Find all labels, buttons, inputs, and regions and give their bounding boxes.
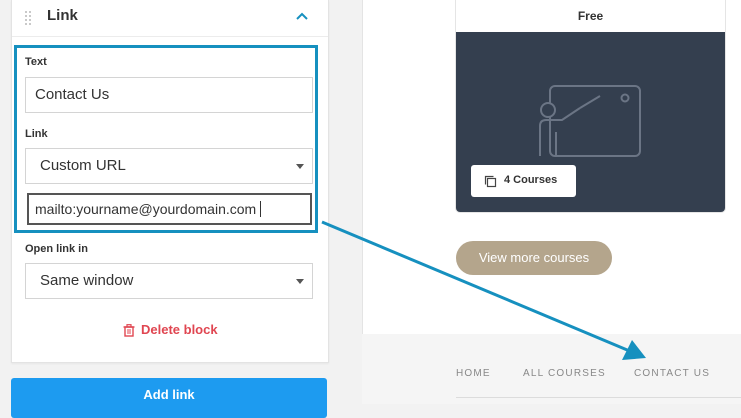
course-price: Free <box>456 0 725 32</box>
open-link-value: Same window <box>40 272 134 289</box>
chevron-up-icon[interactable] <box>295 11 309 21</box>
nav-all-courses-link[interactable]: ALL COURSES <box>523 368 606 379</box>
caret-down-icon <box>296 279 304 284</box>
nav-contact-us-link[interactable]: CONTACT US <box>634 368 710 379</box>
course-card[interactable]: Free 4 Courses <box>456 0 725 212</box>
course-count-badge: 4 Courses <box>471 165 576 197</box>
nav-home-link[interactable]: HOME <box>456 368 491 379</box>
open-link-select[interactable]: Same window <box>25 263 313 299</box>
copy-icon <box>484 175 497 188</box>
open-link-label: Open link in <box>25 243 88 255</box>
footer-divider <box>456 397 741 398</box>
course-image: 4 Courses <box>456 32 725 212</box>
panel-header[interactable]: Link <box>12 0 328 40</box>
view-more-courses-button[interactable]: View more courses <box>456 241 612 275</box>
panel-title: Link <box>47 7 78 24</box>
course-count-text: 4 Courses <box>504 174 558 186</box>
delete-block-button[interactable]: Delete block <box>141 322 218 337</box>
highlight-box <box>14 45 318 233</box>
divider <box>12 36 328 37</box>
add-link-button[interactable]: Add link <box>11 378 327 418</box>
trash-icon[interactable] <box>123 324 135 337</box>
teacher-board-icon <box>539 85 641 157</box>
drag-handle-icon[interactable] <box>25 11 35 25</box>
